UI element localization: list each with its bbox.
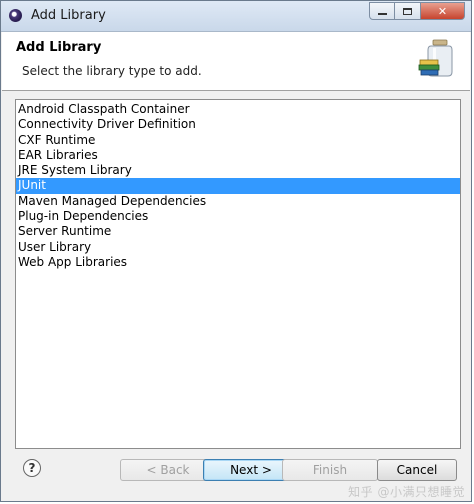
window-title: Add Library [31, 8, 106, 23]
minimize-button[interactable] [369, 2, 395, 20]
list-item[interactable]: Connectivity Driver Definition [16, 117, 460, 132]
minimize-icon [377, 13, 387, 15]
help-icon: ? [28, 461, 36, 475]
cancel-button[interactable]: Cancel [377, 459, 457, 481]
library-type-list[interactable]: Android Classpath Container Connectivity… [15, 99, 461, 449]
list-item[interactable]: CXF Runtime [16, 133, 460, 148]
list-item[interactable]: Web App Libraries [16, 255, 460, 270]
maximize-button[interactable] [395, 2, 421, 20]
help-button[interactable]: ? [23, 459, 41, 477]
watermark: 知乎 @小满只想睡觉 [348, 485, 465, 499]
list-item[interactable]: User Library [16, 240, 460, 255]
close-icon: ✕ [437, 4, 448, 18]
header-description: Select the library type to add. [22, 64, 202, 78]
list-item[interactable]: Server Runtime [16, 224, 460, 239]
list-item-selected[interactable]: JUnit [16, 178, 460, 194]
title-bar[interactable]: Add Library ✕ [1, 1, 471, 32]
library-jar-icon [418, 39, 453, 77]
close-button[interactable]: ✕ [421, 2, 465, 20]
maximize-icon [403, 7, 412, 15]
list-item[interactable]: Maven Managed Dependencies [16, 194, 460, 209]
back-button[interactable]: < Back [120, 459, 216, 481]
list-item[interactable]: EAR Libraries [16, 148, 460, 163]
list-item[interactable]: Android Classpath Container [16, 102, 460, 117]
add-library-dialog: Add Library ✕ Add Library Select the lib… [0, 0, 472, 502]
list-item[interactable]: Plug-in Dependencies [16, 209, 460, 224]
finish-button[interactable]: Finish [282, 459, 378, 481]
header-title: Add Library [16, 40, 102, 55]
dialog-header: Add Library Select the library type to a… [2, 32, 470, 91]
list-item[interactable]: JRE System Library [16, 163, 460, 178]
window-controls: ✕ [369, 2, 465, 20]
eclipse-icon [9, 9, 22, 22]
